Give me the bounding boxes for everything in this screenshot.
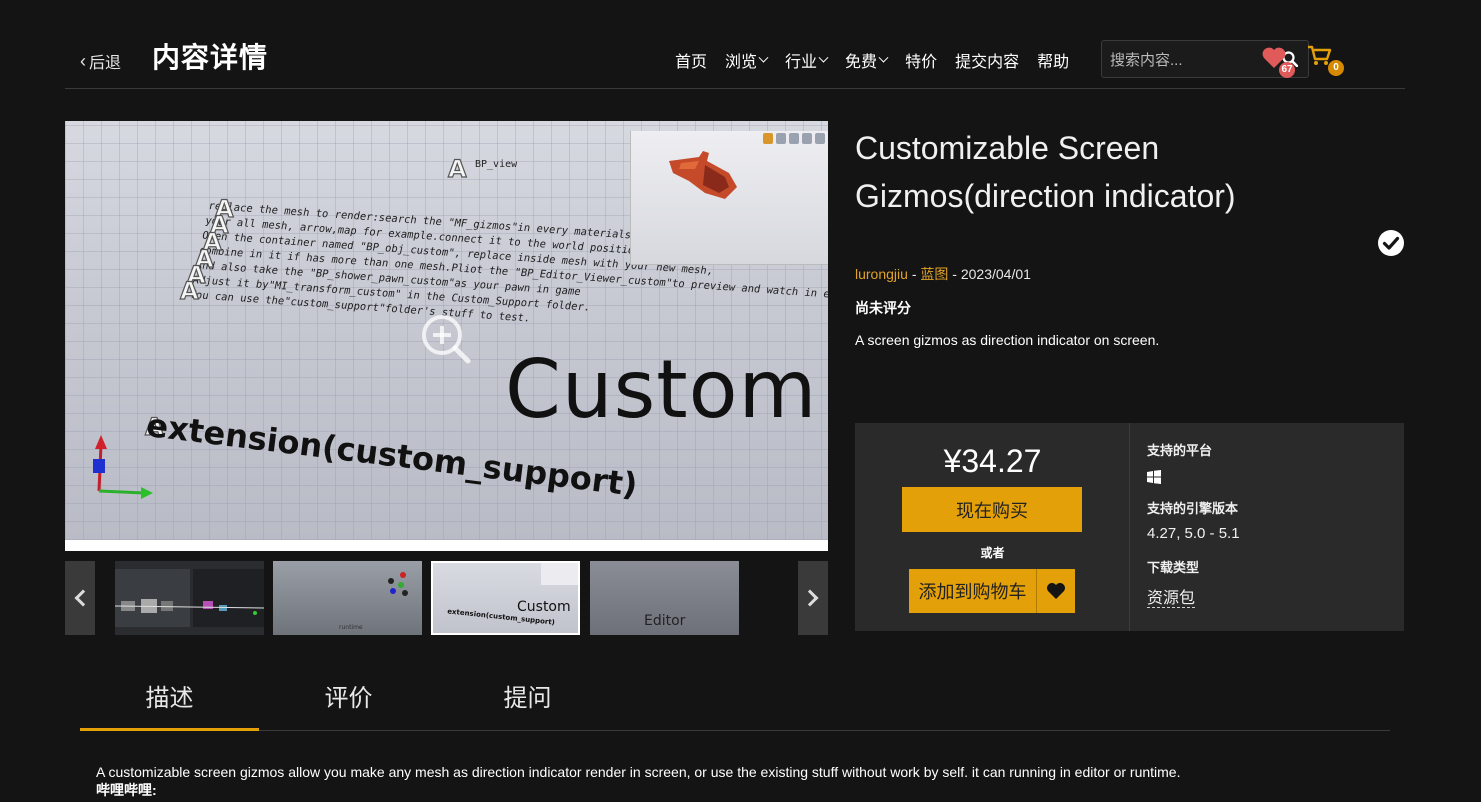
- hand-model-icon: [669, 151, 737, 199]
- nav-free-label: 免费: [845, 54, 878, 71]
- description-line: A customizable screen gizmos allow you m…: [96, 764, 1181, 780]
- or-label: 或者: [980, 546, 1005, 560]
- favorites-count-badge: 67: [1279, 62, 1295, 78]
- nav-free[interactable]: 免费: [845, 48, 889, 72]
- buy-now-button[interactable]: 现在购买: [902, 487, 1082, 532]
- chevron-left-icon: ‹: [80, 50, 86, 71]
- viewport-tool-icon: [789, 133, 799, 144]
- image-custom-word: Custom: [505, 343, 818, 436]
- chevron-down-icon: [758, 52, 769, 63]
- download-type: 资源包: [1147, 584, 1196, 608]
- viewport-tool-icon: [815, 133, 825, 144]
- image-bp-view-label: BP_view: [475, 159, 518, 170]
- thumbnail-prev-button[interactable]: [65, 561, 95, 635]
- main-nav: 首页 浏览 行业 免费 特价 提交内容 帮助: [675, 48, 1087, 72]
- nav-help-label: 帮助: [1037, 54, 1070, 71]
- thumbnail-4[interactable]: Editor: [590, 561, 739, 635]
- tab-description[interactable]: 描述: [80, 678, 259, 731]
- engine-heading: 支持的引擎版本: [1147, 501, 1239, 516]
- zoom-in-icon[interactable]: [420, 313, 472, 365]
- meta-separator: -: [907, 266, 921, 282]
- search-input[interactable]: [1110, 49, 1270, 71]
- download-heading: 下载类型: [1147, 560, 1200, 575]
- product-specs: 支持的平台 支持的引擎版本 4.27, 5.0 - 5.1 下载类型 资源包: [1147, 423, 1397, 631]
- chevron-right-icon: [801, 589, 819, 607]
- transform-gizmo-icon: [93, 435, 153, 499]
- thumbnail-3-inset: [541, 563, 578, 585]
- product-title: Customizable Screen Gizmos(direction ind…: [855, 130, 1236, 214]
- platform-heading: 支持的平台: [1147, 443, 1213, 458]
- top-header: ‹ 后退 内容详情 首页 浏览 行业 免费 特价 提交内容 帮助 67 0: [65, 0, 1405, 89]
- nav-home[interactable]: 首页: [675, 48, 707, 72]
- thumbnail-2-label: runtime: [339, 624, 363, 631]
- tab-reviews[interactable]: 评价: [259, 678, 438, 731]
- thumbnail-4-editor-label: Editor: [644, 613, 686, 629]
- page-title: 内容详情: [152, 42, 269, 73]
- back-link[interactable]: ‹ 后退: [80, 49, 121, 73]
- nav-industry-label: 行业: [785, 54, 818, 71]
- add-to-cart-button[interactable]: 添加到购物车: [909, 569, 1037, 613]
- a-marker: A: [179, 276, 199, 305]
- download-type-link[interactable]: 资源包: [1147, 590, 1196, 608]
- cart-count-badge: 0: [1328, 60, 1344, 76]
- thumbnail-1[interactable]: [115, 561, 264, 635]
- nav-industry[interactable]: 行业: [785, 48, 829, 72]
- description-bilibili-label: 哔哩哔哩:: [96, 782, 157, 798]
- nav-home-label: 首页: [675, 54, 708, 71]
- nav-sale[interactable]: 特价: [905, 48, 937, 72]
- meta-separator: -: [948, 266, 961, 282]
- description-body: A customizable screen gizmos allow you m…: [96, 763, 1386, 799]
- nav-sale-label: 特价: [905, 54, 938, 71]
- thumbnail-3-custom-label: Custom: [517, 599, 571, 615]
- short-description: A screen gizmos as direction indicator o…: [855, 332, 1160, 348]
- engine-versions: 4.27, 5.0 - 5.1: [1147, 525, 1240, 542]
- viewport-toolbar: [763, 133, 825, 145]
- release-date: 2023/04/01: [960, 266, 1031, 282]
- verified-check-icon: [1378, 230, 1404, 256]
- thumbnail-3-active[interactable]: Custom extension(custom_support): [431, 561, 580, 635]
- purchase-actions: ¥34.27 现在购买 或者 添加到购物车: [855, 423, 1130, 631]
- purchase-panel: ¥34.27 现在购买 或者 添加到购物车 支持的平台 支持的引擎版本 4.27…: [855, 423, 1404, 631]
- thumbnail-strip: runtime Custom extension(custom_support)…: [65, 561, 828, 635]
- price: ¥34.27: [943, 443, 1042, 479]
- chevron-left-icon: [74, 589, 92, 607]
- nav-submit[interactable]: 提交内容: [955, 48, 1019, 72]
- add-to-wishlist-button[interactable]: [1037, 569, 1075, 613]
- viewport-tool-icon: [763, 133, 773, 144]
- chevron-down-icon: [878, 52, 889, 63]
- back-label: 后退: [89, 55, 122, 72]
- windows-icon: [1147, 470, 1161, 484]
- nav-submit-label: 提交内容: [955, 54, 1020, 71]
- category-link[interactable]: 蓝图: [920, 266, 948, 282]
- thumbnail-2[interactable]: runtime: [273, 561, 422, 635]
- nav-help[interactable]: 帮助: [1037, 48, 1069, 72]
- rating-status: 尚未评分: [855, 300, 911, 316]
- product-meta: lurongjiu - 蓝图 - 2023/04/01: [855, 264, 1031, 284]
- viewport-tool-icon: [802, 133, 812, 144]
- author-link[interactable]: lurongjiu: [855, 266, 908, 282]
- heart-icon: [1047, 583, 1065, 599]
- thumbnail-next-button[interactable]: [798, 561, 828, 635]
- viewport-tool-icon: [776, 133, 786, 144]
- tab-questions[interactable]: 提问: [438, 678, 617, 731]
- image-scene: BP_view A replace the mesh to render:sea…: [65, 121, 828, 540]
- chevron-down-icon: [818, 52, 829, 63]
- main-product-image[interactable]: BP_view A replace the mesh to render:sea…: [65, 121, 828, 551]
- thumbnail-1-graph: [115, 569, 264, 627]
- a-marker: A: [447, 154, 467, 183]
- nav-browse[interactable]: 浏览: [725, 48, 769, 72]
- nav-browse-label: 浏览: [725, 54, 758, 71]
- content-tabs: 描述 评价 提问: [80, 660, 1390, 731]
- image-viewport-inset: [630, 131, 828, 265]
